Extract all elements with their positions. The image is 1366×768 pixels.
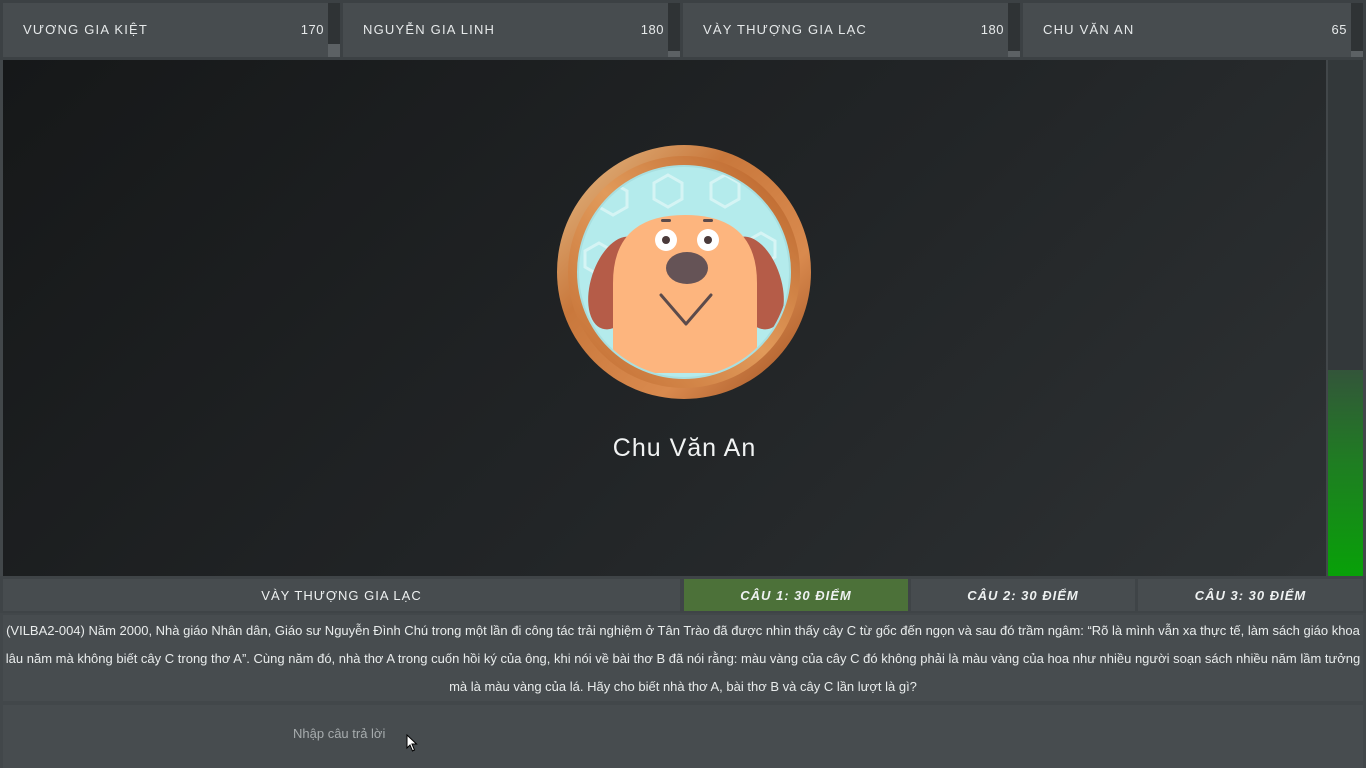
- player-card: NGUYỄN GIA LINH 180: [343, 3, 680, 57]
- player-score: 170: [300, 22, 324, 37]
- current-player-name: Chu Văn An: [612, 434, 757, 462]
- player-progress: [668, 3, 680, 57]
- player-progress: [328, 3, 340, 57]
- timer-fill: [1328, 369, 1363, 576]
- player-score: 180: [980, 22, 1004, 37]
- player-progress: [1351, 3, 1363, 57]
- player-card: VÀY THƯỢNG GIA LẠC 180: [683, 3, 1020, 57]
- stage: Chu Văn An: [3, 60, 1326, 576]
- tab-question-1[interactable]: CÂU 1: 30 ĐIỂM: [684, 579, 908, 611]
- question-asker: VÀY THƯỢNG GIA LẠC: [3, 579, 680, 611]
- mouse-cursor-icon: [406, 734, 418, 752]
- player-card: VƯƠNG GIA KIỆT 170: [3, 3, 340, 57]
- question-header: VÀY THƯỢNG GIA LẠC CÂU 1: 30 ĐIỂM CÂU 2:…: [0, 576, 1366, 613]
- player-score: 65: [1331, 22, 1347, 37]
- tab-question-2[interactable]: CÂU 2: 30 ĐIỂM: [911, 579, 1135, 611]
- player-name: VÀY THƯỢNG GIA LẠC: [703, 22, 868, 37]
- player-score: 180: [640, 22, 664, 37]
- player-name: VƯƠNG GIA KIỆT: [23, 22, 149, 37]
- answer-input[interactable]: [293, 719, 873, 747]
- scoreboard: VƯƠNG GIA KIỆT 170 NGUYỄN GIA LINH 180 V…: [0, 0, 1366, 60]
- timer-bar: [1328, 60, 1363, 576]
- player-card: CHU VĂN AN 65: [1023, 3, 1363, 57]
- tab-question-3[interactable]: CÂU 3: 30 ĐIỂM: [1138, 579, 1363, 611]
- dog-face-icon: [557, 145, 811, 399]
- player-progress: [1008, 3, 1020, 57]
- player-name: CHU VĂN AN: [1043, 22, 1135, 37]
- question-text: (VILBA2-004) Năm 2000, Nhà giáo Nhân dân…: [3, 615, 1363, 701]
- answer-area: [3, 705, 1363, 768]
- player-name: NGUYỄN GIA LINH: [363, 22, 496, 37]
